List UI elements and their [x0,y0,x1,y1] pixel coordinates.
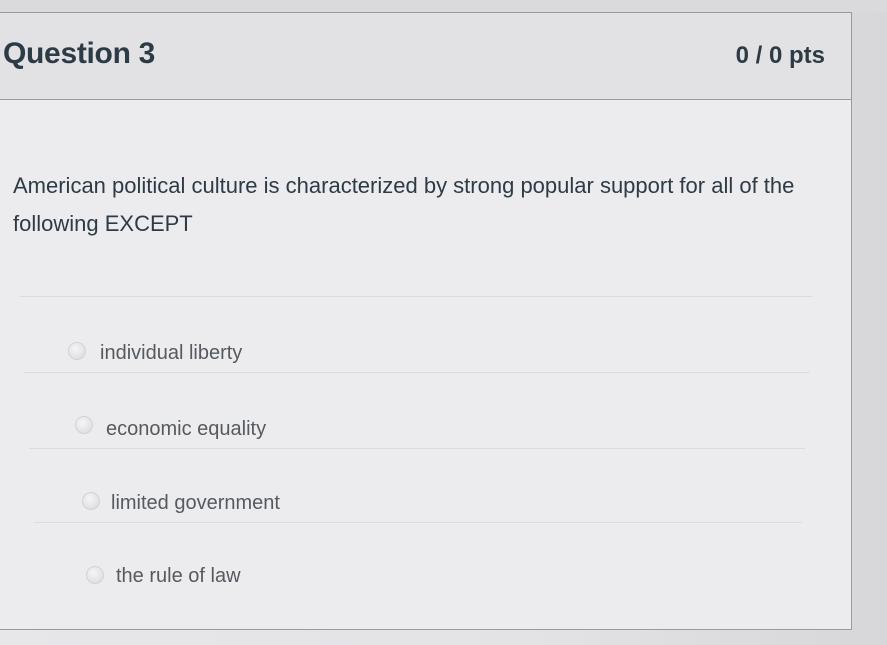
question-header: Question 3 0 / 0 pts [0,13,851,100]
question-points: 0 / 0 pts [735,42,825,69]
radio-button[interactable] [86,566,104,584]
quiz-screen: Question 3 0 / 0 pts American political … [0,0,887,645]
answer-label[interactable]: economic equality [106,418,266,441]
answer-label[interactable]: individual liberty [100,342,242,365]
answer-option-economic-equality[interactable]: economic equality [24,372,810,442]
answer-label[interactable]: the rule of law [116,565,241,588]
radio-button[interactable] [68,342,86,360]
answer-option-limited-government[interactable]: limited government [29,448,805,518]
answer-option-individual-liberty[interactable]: individual liberty [20,296,812,366]
question-title: Question 3 [3,37,156,70]
page-top-strip [0,0,887,12]
answer-option-rule-of-law[interactable]: the rule of law [34,522,802,592]
question-card: Question 3 0 / 0 pts American political … [0,12,852,630]
radio-button[interactable] [75,416,93,434]
question-text: American political culture is characteri… [13,173,795,236]
radio-button[interactable] [82,492,100,510]
answer-label[interactable]: limited government [111,492,280,515]
